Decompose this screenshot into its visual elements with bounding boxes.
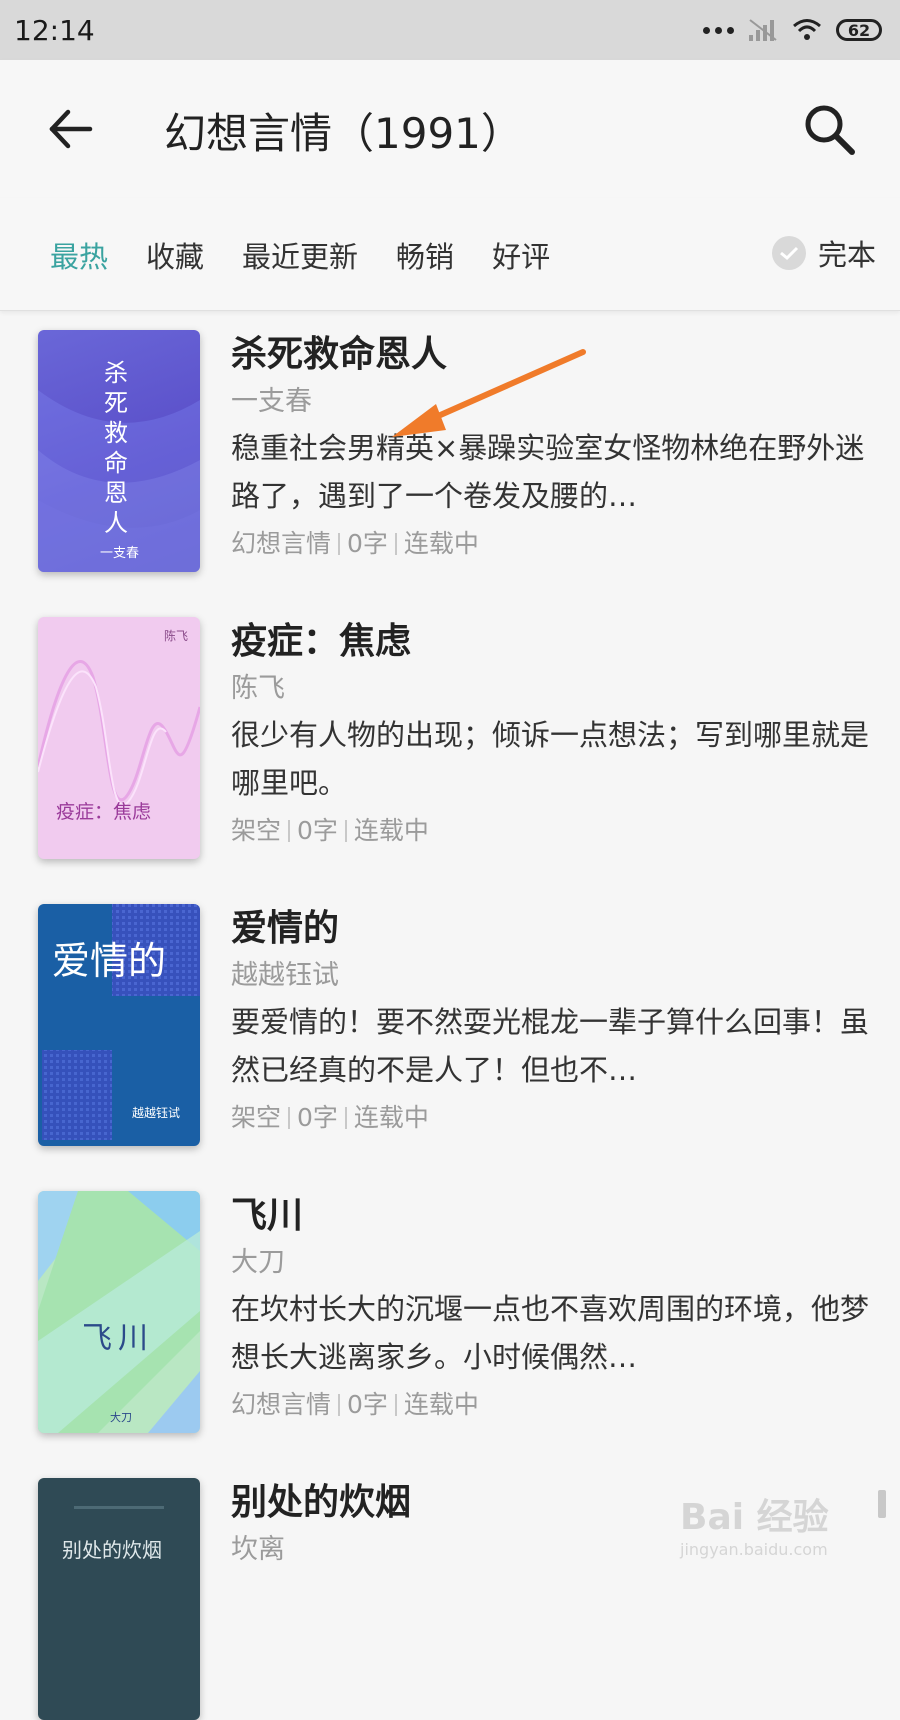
book-status: 连载中 — [353, 816, 429, 845]
book-author: 陈飞 — [231, 673, 285, 704]
book-item[interactable]: 爱情的 越越钰试 爱情的 越越钰试 要爱情的！要不然耍光棍龙一辈子算什么回事！虽… — [0, 886, 900, 1146]
app-bar: 幻想言情（1991） — [0, 60, 900, 199]
book-info: 爱情的 越越钰试 要爱情的！要不然耍光棍龙一辈子算什么回事！虽然已经真的不是人了… — [231, 906, 871, 1138]
book-title: 飞川 — [231, 1195, 304, 1236]
book-cover: 别处的炊烟 — [38, 1478, 200, 1720]
book-word-count: 0字 — [347, 529, 388, 558]
complete-filter-toggle[interactable]: 完本 — [771, 232, 876, 274]
cell-signal-icon — [749, 19, 777, 41]
book-author: 越越钰试 — [231, 960, 339, 991]
book-status: 连载中 — [403, 1390, 479, 1419]
filter-bar: 最热 收藏 最近更新 畅销 好评 完本 — [0, 198, 900, 311]
book-cover: 杀死救命恩人 一支春 — [38, 330, 200, 572]
book-meta: 架空 0字 连载中 — [231, 1098, 871, 1138]
cover-author: 一支春 — [100, 546, 140, 561]
book-word-count: 0字 — [297, 1103, 338, 1132]
book-cover: 陈飞 疫症：焦虑 — [38, 617, 200, 859]
tab-hottest[interactable]: 最热 — [50, 234, 108, 276]
cover-author: 陈飞 — [163, 629, 188, 643]
battery-level: 62 — [847, 20, 871, 40]
book-word-count: 0字 — [297, 816, 338, 845]
book-category: 架空 — [231, 1103, 282, 1132]
book-title: 杀死救命恩人 — [231, 334, 448, 375]
book-description: 要爱情的！要不然耍光棍龙一辈子算什么回事！虽然已经真的不是人了！但也不… — [231, 1005, 870, 1087]
book-title: 疫症：焦虑 — [231, 621, 412, 662]
complete-label: 完本 — [817, 238, 876, 272]
scrollbar-thumb[interactable] — [878, 1490, 886, 1518]
status-time: 12:14 — [14, 13, 95, 47]
watermark-sub: jingyan.baidu.com — [680, 1540, 828, 1559]
book-item[interactable]: 飞川 大刀 飞川 大刀 在坎村长大的沉堰一点也不喜欢周围的环境，他梦想长大逃离家… — [0, 1173, 900, 1433]
book-item[interactable]: 杀死救命恩人 一支春 杀死救命恩人 一支春 稳重社会男精英×暴躁实验室女怪物林绝… — [0, 312, 900, 572]
book-category: 架空 — [231, 816, 282, 845]
book-cover: 飞川 大刀 — [38, 1191, 200, 1433]
tab-bestselling[interactable]: 畅销 — [396, 234, 454, 276]
book-item[interactable]: 陈飞 疫症：焦虑 疫症：焦虑 陈飞 很少有人物的出现；倾诉一点想法；写到哪里就是… — [0, 599, 900, 859]
cover-title: 别处的炊烟 — [62, 1538, 162, 1562]
back-arrow-icon[interactable] — [44, 102, 98, 156]
status-icons: 62 — [703, 18, 882, 42]
tab-well-reviewed[interactable]: 好评 — [492, 234, 550, 276]
tab-recently-updated[interactable]: 最近更新 — [242, 234, 358, 276]
book-info: 飞川 大刀 在坎村长大的沉堰一点也不喜欢周围的环境，他梦想长大逃离家乡。小时候偶… — [231, 1193, 871, 1425]
check-circle-icon — [771, 236, 806, 270]
book-meta: 架空 0字 连载中 — [231, 811, 871, 851]
cover-title: 疫症：焦虑 — [56, 801, 152, 823]
more-dots-icon — [703, 26, 734, 34]
book-info: 杀死救命恩人 一支春 稳重社会男精英×暴躁实验室女怪物林绝在野外迷路了，遇到了一… — [231, 332, 871, 564]
sort-tabs: 最热 收藏 最近更新 畅销 好评 — [50, 234, 550, 276]
cover-title: 爱情的 — [52, 939, 167, 983]
book-meta: 幻想言情 0字 连载中 — [231, 1385, 871, 1425]
book-cover: 爱情的 越越钰试 — [38, 904, 200, 1146]
watermark-logo: Bai 经验 jingyan.baidu.com — [680, 1488, 829, 1559]
book-author: 一支春 — [231, 386, 312, 417]
book-category: 幻想言情 — [231, 529, 332, 558]
book-meta: 幻想言情 0字 连载中 — [231, 524, 871, 564]
book-title: 爱情的 — [231, 908, 340, 949]
status-bar: 12:14 62 — [0, 0, 900, 60]
book-category: 幻想言情 — [231, 1390, 332, 1419]
book-status: 连载中 — [403, 529, 479, 558]
book-status: 连载中 — [353, 1103, 429, 1132]
book-info: 疫症：焦虑 陈飞 很少有人物的出现；倾诉一点想法；写到哪里就是哪里吧。 架空 0… — [231, 619, 871, 851]
wifi-icon — [793, 19, 821, 40]
book-word-count: 0字 — [347, 1390, 388, 1419]
book-description: 在坎村长大的沉堰一点也不喜欢周围的环境，他梦想长大逃离家乡。小时候偶然… — [231, 1292, 870, 1374]
cover-author: 越越钰试 — [132, 1106, 181, 1120]
book-description: 稳重社会男精英×暴躁实验室女怪物林绝在野外迷路了，遇到了一个卷发及腰的… — [231, 431, 865, 513]
cover-title: 飞川 — [82, 1321, 154, 1356]
tab-favorites[interactable]: 收藏 — [146, 234, 204, 276]
search-icon[interactable] — [800, 100, 858, 158]
cover-title: 杀死救命恩人 — [104, 359, 128, 537]
battery-icon: 62 — [836, 19, 882, 41]
book-description: 很少有人物的出现；倾诉一点想法；写到哪里就是哪里吧。 — [231, 718, 870, 800]
page-title: 幻想言情（1991） — [164, 109, 523, 158]
watermark-main: Bai 经验 — [680, 1497, 829, 1538]
cover-author: 大刀 — [110, 1411, 132, 1424]
book-author: 大刀 — [231, 1247, 285, 1278]
